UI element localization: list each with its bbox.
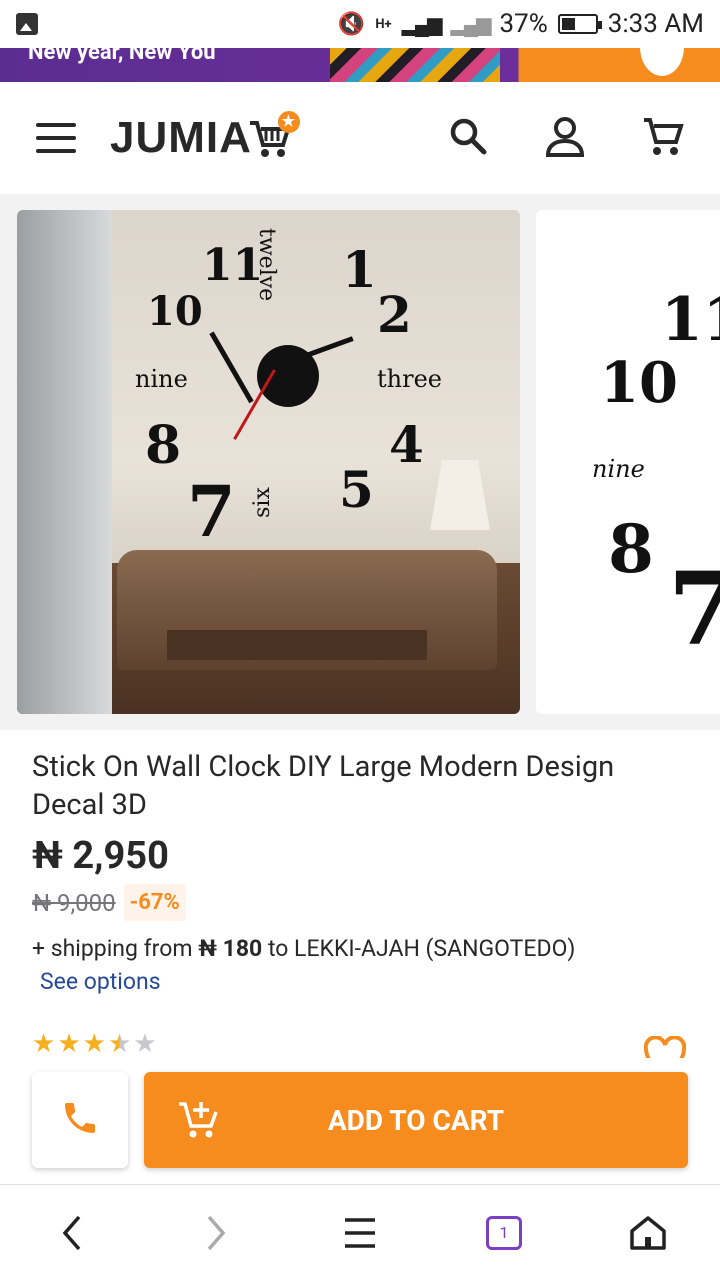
home-icon[interactable] [608, 1213, 688, 1253]
status-bar: 🔇 H+ ▂▄▆ ▂▄▆ 37% 3:33 AM [0, 0, 720, 48]
add-to-cart-button[interactable]: ADD TO CART [144, 1072, 688, 1168]
clock: 3:33 AM [607, 9, 704, 39]
promo-badge [640, 48, 684, 76]
tabs-button[interactable]: 1 [464, 1215, 544, 1250]
logo-cart-icon: ★ [248, 111, 300, 161]
call-button[interactable] [32, 1072, 128, 1168]
discount-badge: -67% [123, 884, 186, 921]
promo-text: New year, New You [28, 48, 216, 65]
tab-count: 1 [486, 1215, 522, 1250]
battery-percent: 37% [499, 9, 548, 39]
shipping-prefix: + shipping from [32, 935, 193, 962]
account-icon[interactable] [544, 115, 586, 161]
star-icon: ★ [32, 1029, 56, 1059]
shipping-info: + shipping from ₦ 180 to LEKKI-AJAH (SAN… [32, 935, 688, 962]
add-to-cart-label: ADD TO CART [327, 1103, 505, 1137]
star-icon: ★ [57, 1029, 81, 1059]
shipping-amount: ₦ 180 [198, 935, 263, 962]
wishlist-heart-icon[interactable] [644, 1036, 686, 1058]
star-half-icon: ★ [107, 1029, 132, 1059]
see-options-link[interactable]: See options [40, 968, 688, 995]
old-price: ₦ 9,000 [32, 888, 116, 917]
signal-sim2-icon: ▂▄▆ [450, 11, 492, 36]
search-icon[interactable] [448, 116, 488, 160]
mute-icon: 🔇 [337, 11, 366, 37]
product-price: ₦ 2,950 [32, 834, 169, 878]
logo-text: JUMIA [110, 113, 252, 162]
star-icon: ★ [133, 1029, 157, 1059]
promo-banner[interactable]: New year, New You [0, 48, 720, 82]
logo-star-icon: ★ [277, 111, 300, 133]
phone-icon [60, 1098, 100, 1142]
network-type: H+ [375, 16, 392, 32]
battery-icon [557, 14, 602, 34]
product-image-next[interactable]: 11 10 nine 8 7 [536, 210, 720, 714]
star-icon: ★ [82, 1029, 106, 1059]
product-title: Stick On Wall Clock DIY Large Modern Des… [32, 750, 615, 822]
menu-icon[interactable] [36, 123, 76, 153]
forward-icon[interactable] [176, 1213, 256, 1253]
product-image-carousel[interactable]: 11 twelve 1 10 2 nine three 8 4 7 six 5 … [0, 194, 720, 730]
gallery-notification-icon [16, 13, 38, 35]
add-to-cart-icon [144, 1098, 254, 1142]
signal-icon: ▂▄▆ [401, 11, 443, 36]
product-image-main[interactable]: 11 twelve 1 10 2 nine three 8 4 7 six 5 [17, 210, 520, 714]
back-icon[interactable] [32, 1213, 112, 1253]
browser-navigation-bar: 1 [0, 1184, 720, 1280]
site-header: JUMIA ★ [0, 82, 720, 194]
cart-icon[interactable] [642, 115, 684, 161]
shipping-destination: to LEKKI-AJAH (SANGOTEDO) [267, 935, 576, 962]
jumia-logo[interactable]: JUMIA ★ [110, 111, 300, 163]
promo-graphic [330, 48, 500, 82]
action-bar: ADD TO CART [0, 1072, 720, 1184]
browser-menu-icon[interactable] [320, 1216, 400, 1250]
rating-stars[interactable]: ★ ★ ★ ★ ★ [32, 1029, 688, 1059]
